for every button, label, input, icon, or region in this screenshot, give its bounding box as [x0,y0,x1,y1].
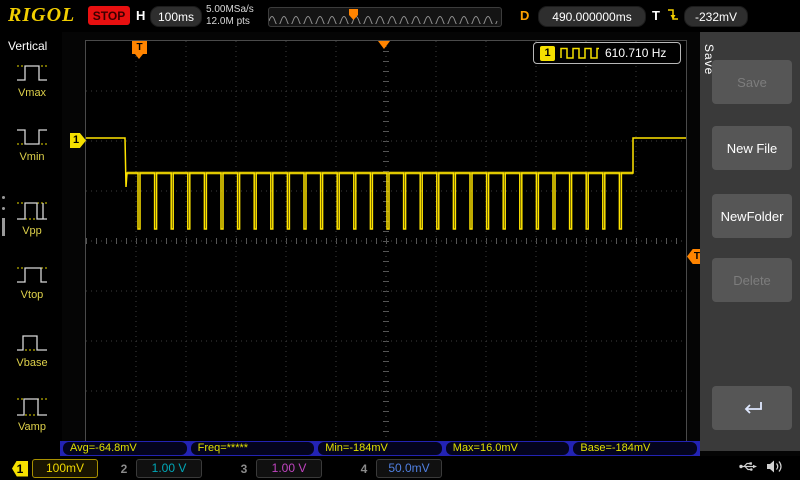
channel2-tag: 2 [116,461,132,477]
channel3-indicator[interactable]: 3 1.00 V [236,459,322,478]
vtop-icon [15,262,49,288]
speaker-icon [766,459,783,474]
sidebar-item-label: Vmax [6,87,58,99]
vpp-icon [15,198,49,224]
new-file-button[interactable]: New File [712,126,792,170]
timebase-value[interactable]: 100ms [150,6,202,27]
measurement-freq: Freq=***** [191,442,315,455]
frequency-counter-channel-badge: 1 [540,46,555,61]
horizontal-label: H [136,8,145,23]
save-menu-panel: Save Save New File NewFolder Delete [700,32,800,451]
run-state-badge[interactable]: STOP [88,6,130,25]
sidebar-item-vbase[interactable]: Vbase [6,330,58,369]
sidebar-title: Vertical [8,39,47,53]
delay-value[interactable]: 490.000000ms [538,6,646,27]
sidebar-item-vmax[interactable]: Vmax [6,60,58,99]
graticule [86,41,686,441]
menu-page-indicator [1,196,6,236]
channel-status-bar: 1 100mV 2 1.00 V 3 1.00 V 4 50.0mV [0,456,800,480]
oscilloscope-screen: RIGOL STOP H 100ms 5.00MSa/s 12.0M pts D… [0,0,800,480]
frequency-counter-value: 610.710 Hz [605,46,666,60]
sidebar-item-label: Vamp [6,421,58,433]
return-arrow-icon [739,399,765,417]
brand-logo: RIGOL [8,4,75,27]
delay-label: D [520,8,529,23]
status-icons [738,459,783,474]
trigger-label: T [652,8,660,23]
channel2-scale[interactable]: 1.00 V [136,459,202,478]
channel4-scale[interactable]: 50.0mV [376,459,442,478]
falling-edge-icon [666,7,680,29]
memory-depth: 12.0M pts [206,16,254,28]
vamp-icon [15,394,49,420]
measurement-max: Max=16.0mV [446,442,570,455]
sidebar-item-label: Vpp [6,225,58,237]
channel3-scale[interactable]: 1.00 V [256,459,322,478]
overview-wave-icon [269,8,499,24]
vbase-icon [15,330,49,356]
channel4-indicator[interactable]: 4 50.0mV [356,459,442,478]
back-button[interactable] [712,386,792,430]
measurement-base: Base=-184mV [573,442,697,455]
acquisition-info: 5.00MSa/s 12.0M pts [206,4,254,28]
measurement-min: Min=-184mV [318,442,442,455]
channel1-level-marker[interactable]: 1 [70,133,86,148]
sidebar-item-vamp[interactable]: Vamp [6,394,58,433]
vmax-icon [15,60,49,86]
pulse-train-icon [560,47,600,59]
measurement-bar: Avg=-64.8mV Freq=***** Min=-184mV Max=16… [60,441,700,456]
sidebar-item-label: Vbase [6,357,58,369]
measure-sidebar: Vertical Vmax Vmin Vpp Vtop [0,32,62,456]
trigger-level-value[interactable]: -232mV [684,6,748,27]
sidebar-item-vtop[interactable]: Vtop [6,262,58,301]
delete-button[interactable]: Delete [712,258,792,302]
measurement-avg: Avg=-64.8mV [63,442,187,455]
save-button[interactable]: Save [712,60,792,104]
channel1-tag: 1 [12,461,28,477]
sidebar-item-label: Vmin [6,151,58,163]
channel4-tag: 4 [356,461,372,477]
usb-icon [738,460,758,473]
channel1-scale[interactable]: 100mV [32,459,98,478]
sidebar-item-vmin[interactable]: Vmin [6,124,58,163]
new-folder-button[interactable]: NewFolder [712,194,792,238]
waveform-display [85,40,687,442]
channel2-indicator[interactable]: 2 1.00 V [116,459,202,478]
trigger-position-icon [378,41,390,49]
trigger-time-marker[interactable]: T [132,41,147,54]
sidebar-item-label: Vtop [6,289,58,301]
sidebar-item-vpp[interactable]: Vpp [6,198,58,237]
top-status-bar: RIGOL STOP H 100ms 5.00MSa/s 12.0M pts D… [0,0,800,32]
timebase-overview-strip[interactable] [268,7,502,27]
frequency-counter: 1 610.710 Hz [533,42,681,64]
vmin-icon [15,124,49,150]
channel1-indicator[interactable]: 1 100mV [12,459,98,478]
sample-rate: 5.00MSa/s [206,4,254,16]
channel3-tag: 3 [236,461,252,477]
